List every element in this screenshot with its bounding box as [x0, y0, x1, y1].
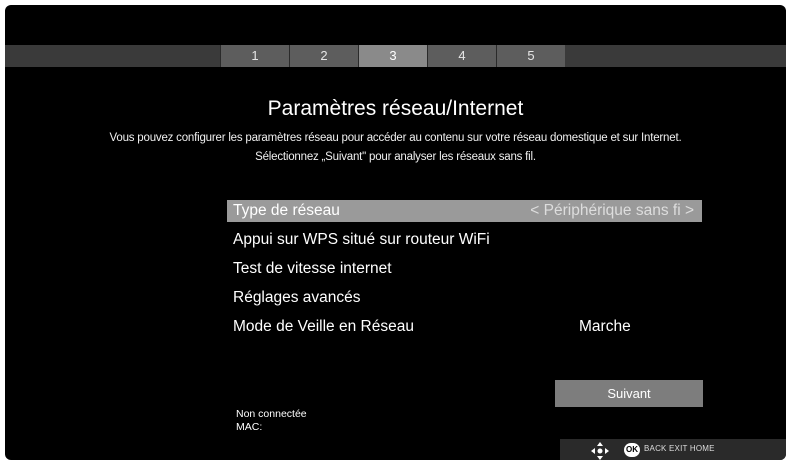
next-button[interactable]: Suivant: [555, 380, 703, 407]
menu-item-label: Réglages avancés: [233, 289, 361, 306]
network-standby-value: Marche: [579, 318, 631, 335]
step-1: 1: [220, 45, 289, 67]
menu-item-label: Test de vitesse internet: [233, 260, 392, 277]
menu-item-speed-test[interactable]: Test de vitesse internet: [227, 258, 702, 280]
tv-screen: 1 2 3 4 5 Paramètres réseau/Internet Vou…: [5, 5, 786, 460]
menu-item-label: Mode de Veille en Réseau: [233, 318, 414, 335]
menu-item-wps[interactable]: Appui sur WPS situé sur routeur WiFi: [227, 229, 702, 251]
network-type-selector[interactable]: < Périphérique sans fi >: [530, 200, 694, 222]
ok-button-icon: OK: [624, 443, 640, 457]
step-3-active: 3: [358, 45, 427, 67]
dpad-icon: [591, 442, 609, 460]
menu-item-network-type[interactable]: Type de réseau < Périphérique sans fi >: [227, 200, 702, 222]
page-description-line1: Vous pouvez configurer les paramètres ré…: [109, 132, 682, 144]
step-2: 2: [289, 45, 358, 67]
menu-item-advanced-settings[interactable]: Réglages avancés: [227, 287, 702, 309]
menu-item-label: Appui sur WPS situé sur routeur WiFi: [233, 231, 490, 248]
mac-address-label: MAC:: [236, 421, 263, 433]
menu-item-network-standby[interactable]: Mode de Veille en Réseau Marche: [227, 316, 702, 338]
remote-hint-bar: OK BACK EXIT HOME: [560, 439, 786, 460]
connection-status: Non connectée: [236, 408, 307, 420]
page-description-line2: Sélectionnez „Suivant" pour analyser les…: [255, 151, 536, 163]
menu-item-label: Type de réseau: [233, 202, 340, 219]
wizard-step-bar: 1 2 3 4 5: [5, 45, 786, 67]
hint-text: BACK EXIT HOME: [644, 444, 715, 453]
page-title: Paramètres réseau/Internet: [267, 97, 524, 120]
step-4: 4: [427, 45, 496, 67]
step-5: 5: [496, 45, 565, 67]
